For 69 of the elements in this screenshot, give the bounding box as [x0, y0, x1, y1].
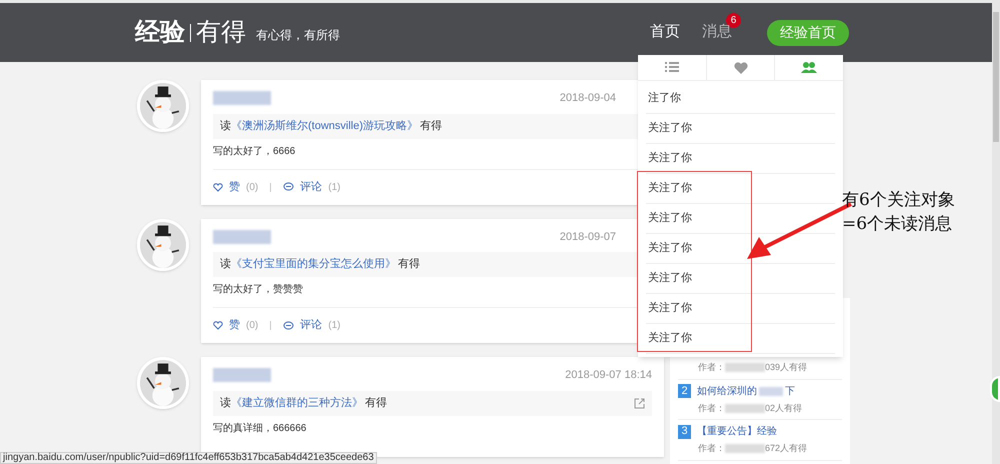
comment-icon[interactable] — [283, 182, 294, 192]
blurred-name — [213, 91, 271, 106]
blurred-name — [725, 444, 765, 454]
count: (1) — [328, 319, 340, 333]
author-label: 作者： — [698, 402, 725, 414]
read-count: 039人有得 — [765, 361, 808, 374]
rank-badge: 2 — [678, 384, 691, 398]
follow-notification[interactable]: 注了你 — [646, 84, 835, 114]
like-link[interactable]: 赞 — [229, 178, 240, 196]
article-link-end[interactable]: 下 — [785, 384, 795, 398]
comment-icon[interactable] — [283, 320, 294, 330]
rank-badge: 3 — [678, 424, 691, 438]
post-date: 2018-09-04 — [560, 91, 616, 106]
scrollbar[interactable] — [992, 0, 1000, 464]
slogan: 有心得，有所得 — [256, 27, 340, 44]
count: (0) — [246, 180, 258, 194]
reference-suffix: 有得 — [365, 396, 387, 411]
avatar-drawing — [137, 80, 189, 132]
reference-prefix: 读 — [220, 257, 231, 272]
blurred-text — [759, 386, 783, 396]
read-count: 672人有得 — [765, 442, 808, 455]
blurred-name — [725, 363, 765, 372]
blurred-name — [725, 404, 765, 413]
annotation-text: 有6个关注对象 — [842, 189, 955, 212]
avatar-drawing — [137, 218, 189, 270]
article-link[interactable]: 《建立微信群的三种方法》 — [231, 394, 363, 412]
comment-text: 写的真详细，666666 — [213, 422, 308, 436]
nav-link[interactable]: 首页 — [650, 21, 680, 44]
count: (1) — [328, 180, 340, 194]
comment-text: 写的太好了，6666 — [213, 144, 296, 158]
heart-icon[interactable] — [213, 182, 223, 192]
reference-prefix: 读 — [220, 396, 231, 411]
list-tab-icon[interactable] — [662, 60, 681, 75]
post-date: 2018-09-07 18:14 — [565, 368, 652, 383]
blurred-name — [213, 230, 271, 244]
follow-notification[interactable]: 关注了你 — [646, 144, 835, 174]
article-link[interactable]: 【重要公告】经验 — [697, 424, 777, 439]
reference-prefix: 读 — [220, 118, 231, 134]
post-date: 2018-09-07 — [560, 230, 616, 244]
reference-suffix: 有得 — [398, 257, 420, 272]
logo-text[interactable]: 有得 — [196, 14, 246, 52]
article-link[interactable]: 《澳洲汤斯维尔(townsville)游玩攻略》 — [231, 118, 418, 134]
reference-suffix: 有得 — [420, 118, 442, 134]
author-label: 作者： — [698, 442, 725, 455]
follow-notification[interactable]: 关注了你 — [646, 114, 835, 144]
status-bar: jingyan.baidu.com/user/npublic?uid=d69f11fc4eff653b317bca5ab4d421e35ceede63 — [0, 452, 377, 464]
article-link[interactable]: 如何给深圳的 — [697, 384, 757, 398]
follow-notification[interactable]: 关注了你 — [646, 204, 835, 234]
read-count: 02人有得 — [765, 402, 802, 414]
logo-text[interactable]: 经验 — [135, 14, 185, 52]
external-link-icon[interactable] — [634, 398, 645, 408]
annotation-text: =6个未读消息 — [842, 213, 954, 236]
author-label: 作者： — [698, 361, 725, 374]
avatar-drawing — [137, 357, 189, 409]
follow-notification[interactable]: 关注了你 — [646, 294, 835, 324]
floating-button[interactable] — [990, 376, 1000, 402]
follow-notification[interactable]: 关注了你 — [646, 264, 835, 294]
follow-notification[interactable]: 关注了你 — [646, 174, 835, 204]
heart-tab-icon[interactable] — [732, 60, 750, 75]
comment-text: 写的太好了，赞赞赞 — [213, 282, 304, 297]
comment-link[interactable]: 评论 — [300, 317, 322, 334]
follow-notification[interactable]: 关注了你 — [646, 324, 835, 354]
blurred-name — [213, 368, 271, 382]
like-link[interactable]: 赞 — [229, 317, 240, 334]
heart-icon[interactable] — [213, 321, 223, 330]
article-link[interactable]: 《支付宝里面的集分宝怎么使用》 — [231, 256, 396, 273]
people-tab-icon[interactable] — [800, 60, 818, 75]
comment-link[interactable]: 评论 — [300, 178, 322, 196]
count: (0) — [246, 319, 258, 333]
